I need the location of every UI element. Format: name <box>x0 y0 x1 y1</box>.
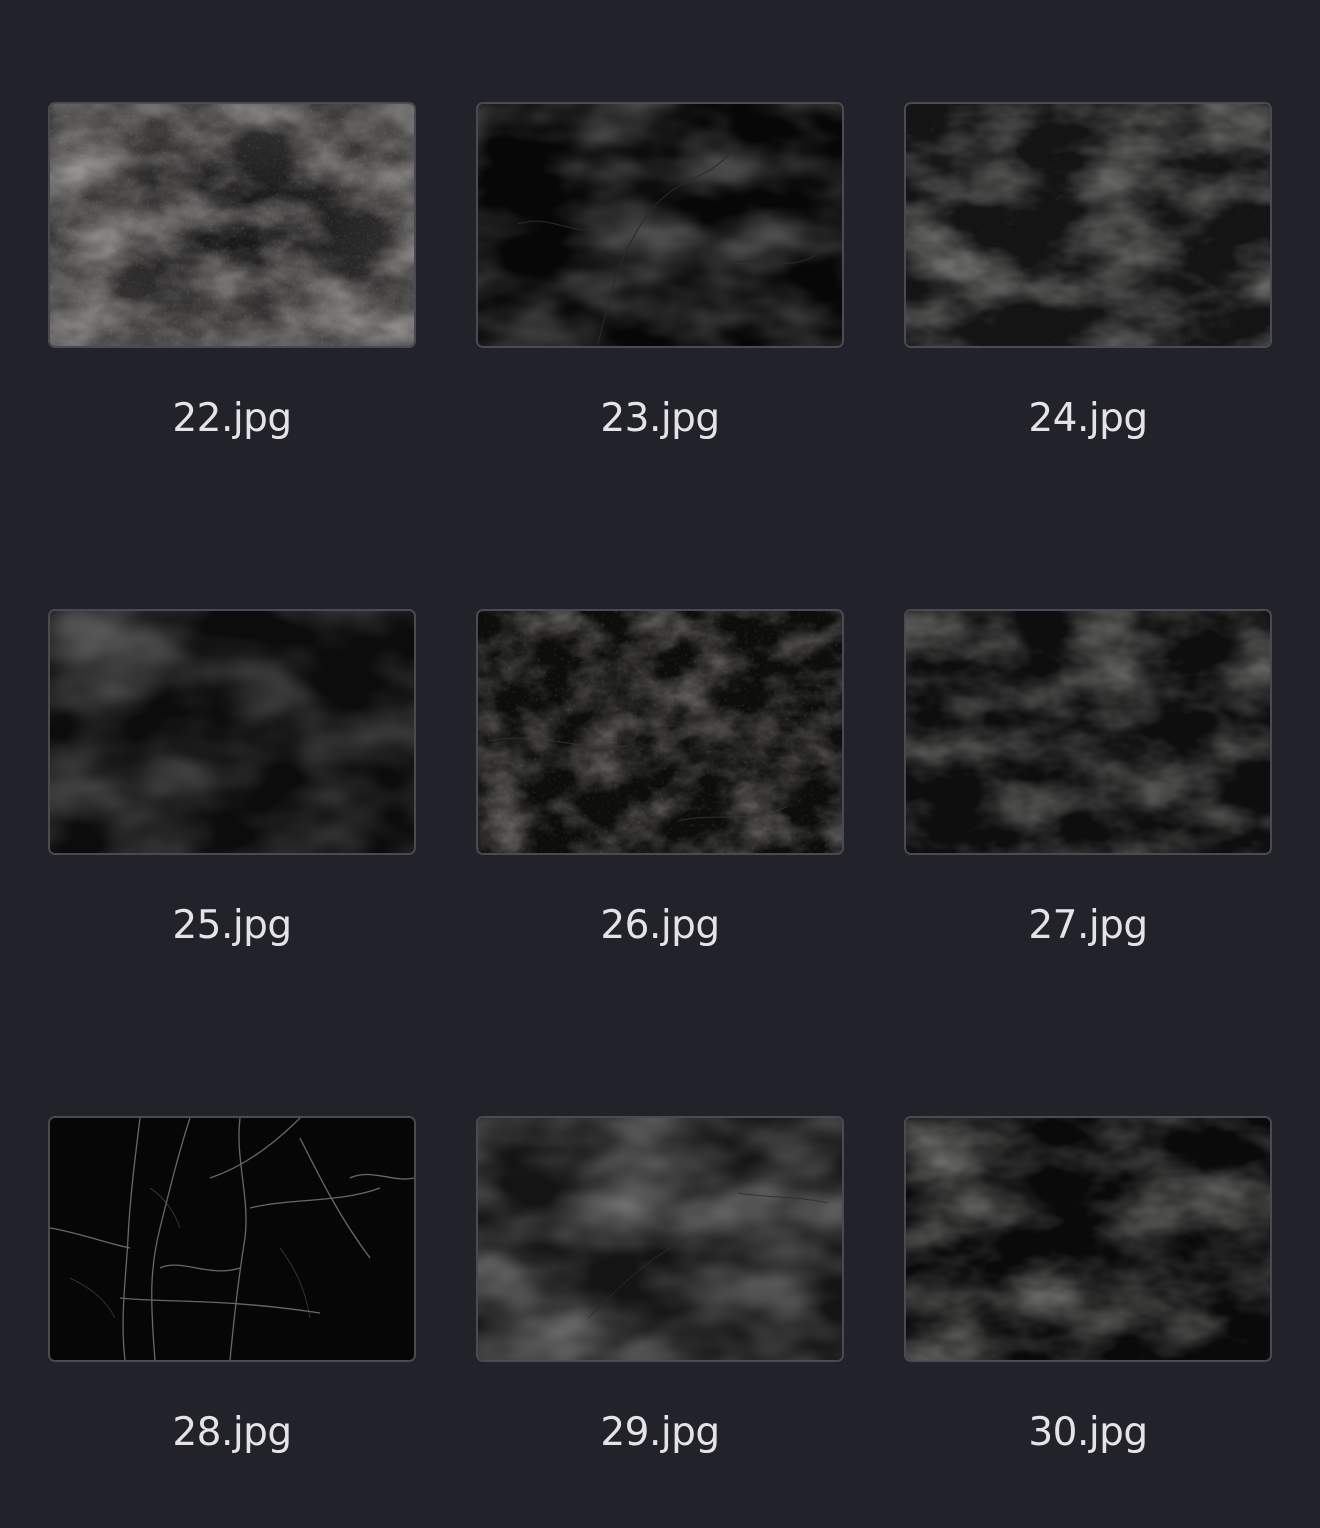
file-tile-26[interactable]: 26.jpg <box>476 609 844 1009</box>
file-name-label: 22.jpg <box>172 396 292 441</box>
image-thumbnail[interactable] <box>48 1116 416 1362</box>
image-thumbnail[interactable] <box>904 102 1272 348</box>
file-name-label: 23.jpg <box>600 396 720 441</box>
file-name-label: 24.jpg <box>1028 396 1148 441</box>
image-thumbnail[interactable] <box>904 609 1272 855</box>
image-thumbnail[interactable] <box>904 1116 1272 1362</box>
file-tile-30[interactable]: 30.jpg <box>904 1116 1272 1516</box>
file-name-label: 25.jpg <box>172 903 292 948</box>
file-name-label: 26.jpg <box>600 903 720 948</box>
file-grid: 22.jpg 23.jpg 24.jpg 25.jpg 26.jpg 27.jp… <box>0 0 1320 1528</box>
image-thumbnail[interactable] <box>48 609 416 855</box>
file-tile-29[interactable]: 29.jpg <box>476 1116 844 1516</box>
file-tile-23[interactable]: 23.jpg <box>476 102 844 502</box>
image-thumbnail[interactable] <box>476 609 844 855</box>
file-tile-28[interactable]: 28.jpg <box>48 1116 416 1516</box>
image-thumbnail[interactable] <box>48 102 416 348</box>
file-name-label: 29.jpg <box>600 1410 720 1455</box>
file-tile-27[interactable]: 27.jpg <box>904 609 1272 1009</box>
file-name-label: 28.jpg <box>172 1410 292 1455</box>
image-thumbnail[interactable] <box>476 1116 844 1362</box>
file-name-label: 27.jpg <box>1028 903 1148 948</box>
file-tile-22[interactable]: 22.jpg <box>48 102 416 502</box>
file-tile-25[interactable]: 25.jpg <box>48 609 416 1009</box>
file-tile-24[interactable]: 24.jpg <box>904 102 1272 502</box>
image-thumbnail[interactable] <box>476 102 844 348</box>
file-name-label: 30.jpg <box>1028 1410 1148 1455</box>
